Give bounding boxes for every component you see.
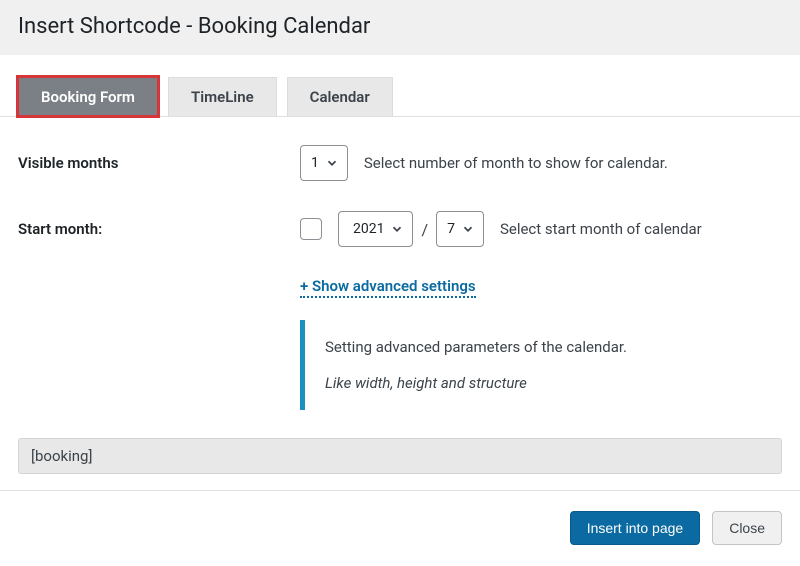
- button-label: Close: [729, 520, 765, 536]
- start-month-checkbox[interactable]: [300, 218, 322, 240]
- insert-into-page-button[interactable]: Insert into page: [570, 511, 701, 545]
- chevron-down-icon: [390, 222, 404, 236]
- shortcode-value: [booking]: [31, 447, 92, 465]
- dialog-title: Insert Shortcode - Booking Calendar: [18, 14, 370, 39]
- advanced-callout: Setting advanced parameters of the calen…: [300, 320, 782, 410]
- chevron-down-icon: [461, 222, 475, 236]
- dialog-header: Insert Shortcode - Booking Calendar: [0, 0, 800, 55]
- form-body: Visible months 1 Select number of month …: [0, 117, 800, 438]
- dialog-content: Booking Form TimeLine Calendar Visible m…: [0, 55, 800, 474]
- tab-timeline[interactable]: TimeLine: [168, 77, 277, 116]
- show-advanced-settings-link[interactable]: + Show advanced settings: [300, 277, 476, 298]
- close-button[interactable]: Close: [712, 511, 782, 545]
- tab-label: Calendar: [310, 88, 370, 106]
- advanced-desc: Setting advanced parameters of the calen…: [325, 338, 762, 356]
- row-start-month: Start month: 2021 / 7: [18, 211, 782, 247]
- advanced-hint: Like width, height and structure: [325, 374, 527, 392]
- advanced-toggle-label: + Show advanced settings: [300, 277, 476, 295]
- visible-months-value: 1: [311, 155, 319, 171]
- visible-months-label: Visible months: [18, 154, 300, 172]
- tab-label: Booking Form: [41, 88, 135, 106]
- visible-months-controls: 1 Select number of month to show for cal…: [300, 145, 782, 181]
- chevron-down-icon: [325, 156, 339, 170]
- start-month-help: Select start month of calendar: [500, 220, 702, 238]
- start-month-month-select[interactable]: 7: [436, 211, 484, 247]
- start-month-date-group: 2021 / 7: [338, 211, 484, 247]
- tab-booking-form[interactable]: Booking Form: [18, 77, 158, 116]
- tab-calendar[interactable]: Calendar: [287, 77, 393, 116]
- start-month-year-value: 2021: [353, 221, 384, 237]
- shortcode-output[interactable]: [booking]: [18, 438, 782, 474]
- start-month-controls: 2021 / 7 Select start month of calendar: [300, 211, 782, 247]
- dialog-footer: Insert into page Close: [0, 490, 800, 565]
- row-advanced-toggle: + Show advanced settings: [300, 277, 782, 298]
- date-separator: /: [421, 220, 428, 239]
- visible-months-help: Select number of month to show for calen…: [364, 154, 668, 172]
- start-month-label: Start month:: [18, 220, 300, 238]
- button-label: Insert into page: [587, 520, 684, 536]
- start-month-year-select[interactable]: 2021: [338, 211, 413, 247]
- start-month-month-value: 7: [447, 221, 455, 237]
- visible-months-select[interactable]: 1: [300, 145, 348, 181]
- tab-label: TimeLine: [191, 88, 254, 106]
- row-visible-months: Visible months 1 Select number of month …: [18, 145, 782, 181]
- tab-bar: Booking Form TimeLine Calendar: [0, 55, 800, 117]
